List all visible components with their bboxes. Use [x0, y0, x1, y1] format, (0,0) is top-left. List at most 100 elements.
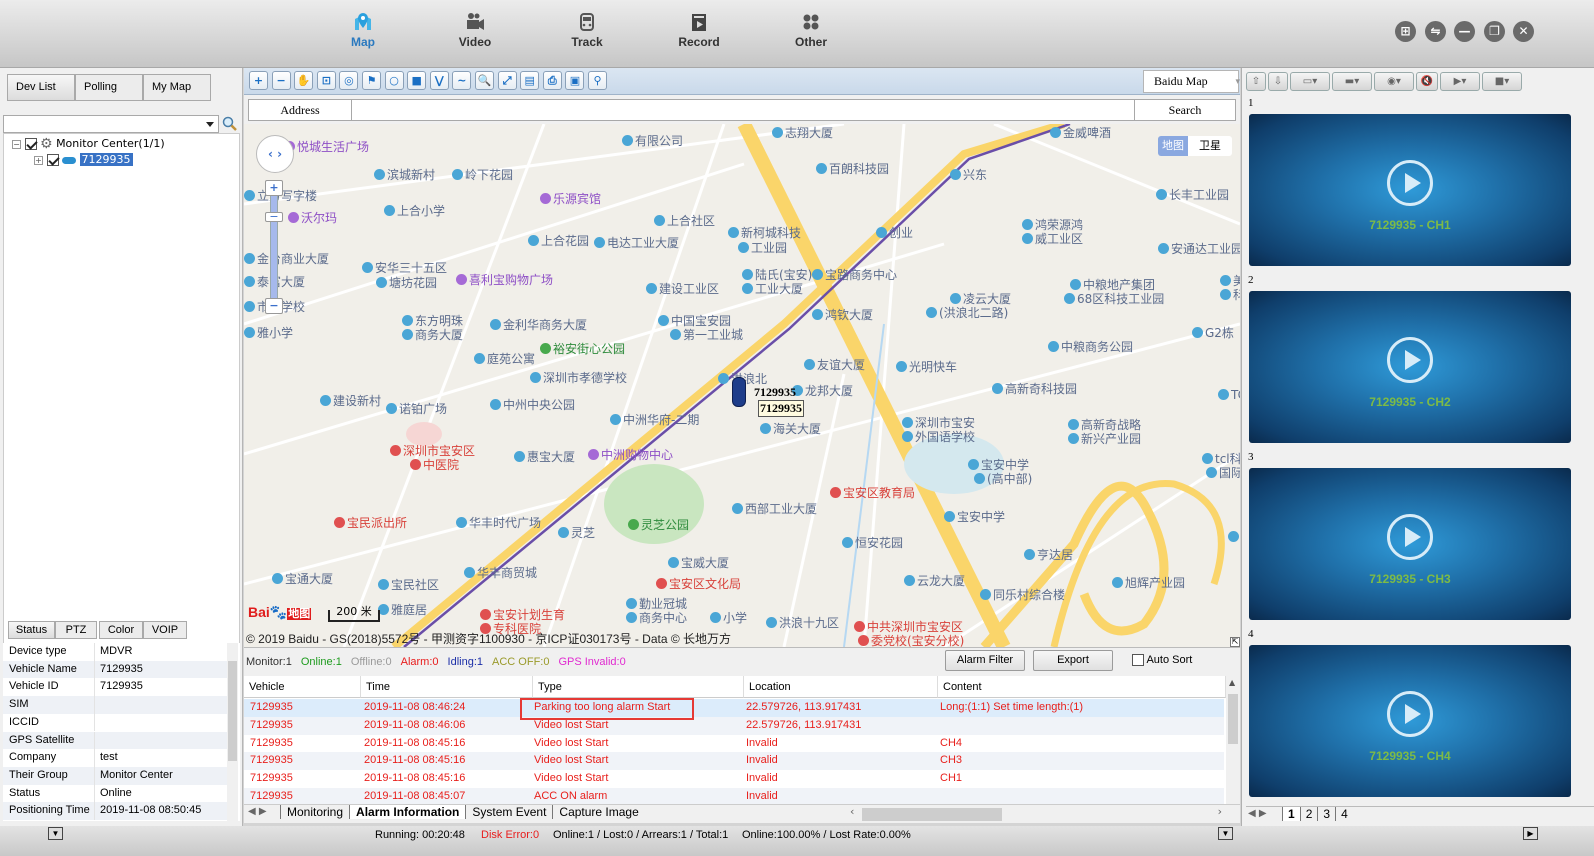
- map-poi[interactable]: 外国语学校: [902, 428, 975, 445]
- map-poi[interactable]: 中洲华府-二期: [610, 411, 699, 428]
- video-page-tab[interactable]: 3: [1317, 807, 1335, 821]
- map-poi[interactable]: 金利华商务大厦: [490, 316, 587, 333]
- tab-my-map[interactable]: My Map: [143, 74, 211, 101]
- map-poi[interactable]: 威工业区: [1022, 230, 1083, 247]
- map-poi[interactable]: 宝民派出所: [334, 514, 407, 531]
- tab-scroll-arrows[interactable]: ◀ ▶: [248, 806, 267, 817]
- auto-sort-checkbox[interactable]: [1132, 654, 1144, 667]
- map-poi[interactable]: 中粮商务公园: [1048, 338, 1133, 355]
- map-poi[interactable]: 建设新村: [320, 392, 381, 409]
- map-poi[interactable]: 宝通大厦: [272, 570, 333, 587]
- map-poi[interactable]: 云龙大厦: [904, 572, 965, 589]
- tab-alarm-information[interactable]: Alarm Information: [349, 805, 466, 819]
- map-resize-icon[interactable]: ⇱: [1230, 637, 1240, 647]
- map-poi[interactable]: 安通达工业园: [1158, 240, 1240, 257]
- map-poi[interactable]: 上合社区: [654, 212, 715, 229]
- tab-ptz[interactable]: PTZ: [55, 621, 97, 639]
- map-poi[interactable]: 长丰工业园: [1156, 186, 1229, 203]
- col-time[interactable]: Time: [361, 676, 533, 698]
- col-vehicle[interactable]: Vehicle: [244, 676, 361, 698]
- alarm-row[interactable]: 7129935 2019-11-08 08:45:16 Video lost Sta…: [244, 734, 1224, 753]
- map-type-map-button[interactable]: 地图: [1158, 136, 1188, 156]
- map-poi[interactable]: 第一工业城: [670, 326, 743, 343]
- map-tool-button[interactable]: +: [249, 71, 268, 90]
- col-type[interactable]: Type: [533, 676, 744, 698]
- nav-video[interactable]: Video: [430, 8, 520, 58]
- map-tool-button[interactable]: ⚲: [588, 71, 607, 90]
- play-icon[interactable]: [1387, 337, 1433, 383]
- alarm-row[interactable]: 7129935 2019-11-08 08:46:24 Parking too lo…: [244, 699, 1224, 717]
- video-tool-button[interactable]: ◉▾: [1374, 72, 1414, 91]
- map-tool-button[interactable]: ⎙: [542, 71, 562, 90]
- map-tool-button[interactable]: ⊡: [316, 71, 336, 90]
- alarm-row[interactable]: 7129935 2019-11-08 08:45:16 Video lost Sta…: [244, 770, 1224, 788]
- map-poi[interactable]: 百朗科技园: [816, 160, 889, 177]
- video-channel-panel[interactable]: 2 7129935 - CH2: [1246, 274, 1594, 451]
- map-poi[interactable]: TCL科: [1218, 386, 1240, 403]
- video-page-tab[interactable]: 2: [1299, 807, 1318, 821]
- map-poi[interactable]: TCL国: [1228, 528, 1240, 545]
- map-poi[interactable]: 建设工业区: [646, 280, 719, 297]
- map-poi[interactable]: 庭苑公寓: [474, 350, 535, 367]
- page-scroll-arrows[interactable]: ◀ ▶: [1248, 808, 1267, 819]
- tree-node-vehicle[interactable]: + 7129935: [34, 152, 133, 168]
- video-tool-button[interactable]: ⇧: [1246, 72, 1266, 91]
- map-canvas[interactable]: 悦城生活广场 滨城新村 岭下花园 立方写字楼 沃尔玛 上合小学 乐源宾馆 上合社区 上合花园 电达…: [244, 124, 1240, 647]
- tab-dev-list[interactable]: Dev List: [7, 74, 75, 101]
- map-tool-button[interactable]: −: [271, 71, 291, 90]
- minimize-icon[interactable]: —: [1454, 21, 1475, 42]
- map-tool-button[interactable]: ∼: [452, 71, 472, 90]
- auto-sort-toggle[interactable]: Auto Sort: [1132, 654, 1192, 667]
- map-poi[interactable]: 洪浪十九区: [766, 614, 839, 631]
- map-poi[interactable]: 有限公司: [622, 132, 683, 149]
- alarm-table-scrollbar[interactable]: ▲: [1226, 676, 1240, 804]
- map-poi[interactable]: 商务中心: [626, 609, 687, 626]
- video-tool-button[interactable]: ▬▾: [1332, 72, 1372, 91]
- map-poi[interactable]: 新兴产业园: [1068, 430, 1141, 447]
- video-page-tab[interactable]: 4: [1335, 807, 1353, 821]
- expand-right-icon[interactable]: ▶: [1523, 827, 1538, 840]
- map-poi[interactable]: 金威啤酒: [1050, 124, 1111, 141]
- map-poi[interactable]: 乐源宾馆: [540, 190, 601, 207]
- nav-track[interactable]: Track: [542, 8, 632, 58]
- map-poi[interactable]: 灵芝公园: [628, 516, 689, 533]
- map-poi[interactable]: 鸿钦大厦: [812, 306, 873, 323]
- tab-system-event[interactable]: System Event: [465, 805, 552, 819]
- monitor-center-checkbox[interactable]: [24, 138, 37, 150]
- play-icon[interactable]: [1387, 514, 1433, 560]
- map-poi[interactable]: 委党校(宝安分校): [858, 632, 964, 647]
- map-poi[interactable]: 工业园: [738, 239, 787, 256]
- map-tool-button[interactable]: 🔍: [475, 71, 494, 90]
- map-poi[interactable]: 宝安中学: [944, 508, 1005, 525]
- map-poi[interactable]: 滨城新村: [374, 166, 435, 183]
- map-poi[interactable]: 宝安区文化局: [656, 575, 741, 592]
- zoom-slider[interactable]: [270, 184, 278, 309]
- tab-polling[interactable]: Polling: [75, 74, 143, 101]
- col-location[interactable]: Location: [744, 676, 938, 698]
- map-poi[interactable]: 科技园: [1220, 286, 1240, 303]
- map-tool-button[interactable]: ▤: [520, 71, 540, 90]
- layout-icon[interactable]: ⊞: [1395, 21, 1416, 42]
- nav-map[interactable]: Map: [318, 8, 408, 58]
- map-poi[interactable]: 上合花园: [528, 232, 589, 249]
- map-poi[interactable]: 上合小学: [384, 202, 445, 219]
- alarm-row[interactable]: 7129935 2019-11-08 08:46:06 Video lost Sta…: [244, 716, 1224, 735]
- zoom-out-button[interactable]: −: [265, 298, 283, 314]
- map-tool-button[interactable]: ⚑: [362, 71, 381, 90]
- video-screen[interactable]: 7129935 - CH4: [1249, 645, 1571, 797]
- col-content[interactable]: Content: [938, 676, 1226, 698]
- map-poi[interactable]: 高新奇科技园: [992, 380, 1077, 397]
- map-poi[interactable]: 中医院: [410, 456, 459, 473]
- export-button[interactable]: Export: [1033, 650, 1113, 671]
- map-poi[interactable]: 沃尔玛: [288, 209, 337, 226]
- alarm-row[interactable]: 7129935 2019-11-08 08:45:16 Video lost Sta…: [244, 752, 1224, 771]
- map-provider-select[interactable]: Baidu Map ▾: [1143, 70, 1240, 93]
- map-poi[interactable]: 中州中央公园: [490, 396, 575, 413]
- tab-voip[interactable]: VOIP: [143, 621, 187, 639]
- alarm-filter-button[interactable]: Alarm Filter: [945, 650, 1025, 671]
- map-poi[interactable]: (高中部): [974, 470, 1032, 487]
- video-screen[interactable]: 7129935 - CH1: [1249, 114, 1571, 266]
- map-poi[interactable]: 国际E城: [1206, 464, 1240, 481]
- play-icon[interactable]: [1387, 691, 1433, 737]
- horizontal-scrollbar[interactable]: ‹ ›: [848, 805, 1224, 822]
